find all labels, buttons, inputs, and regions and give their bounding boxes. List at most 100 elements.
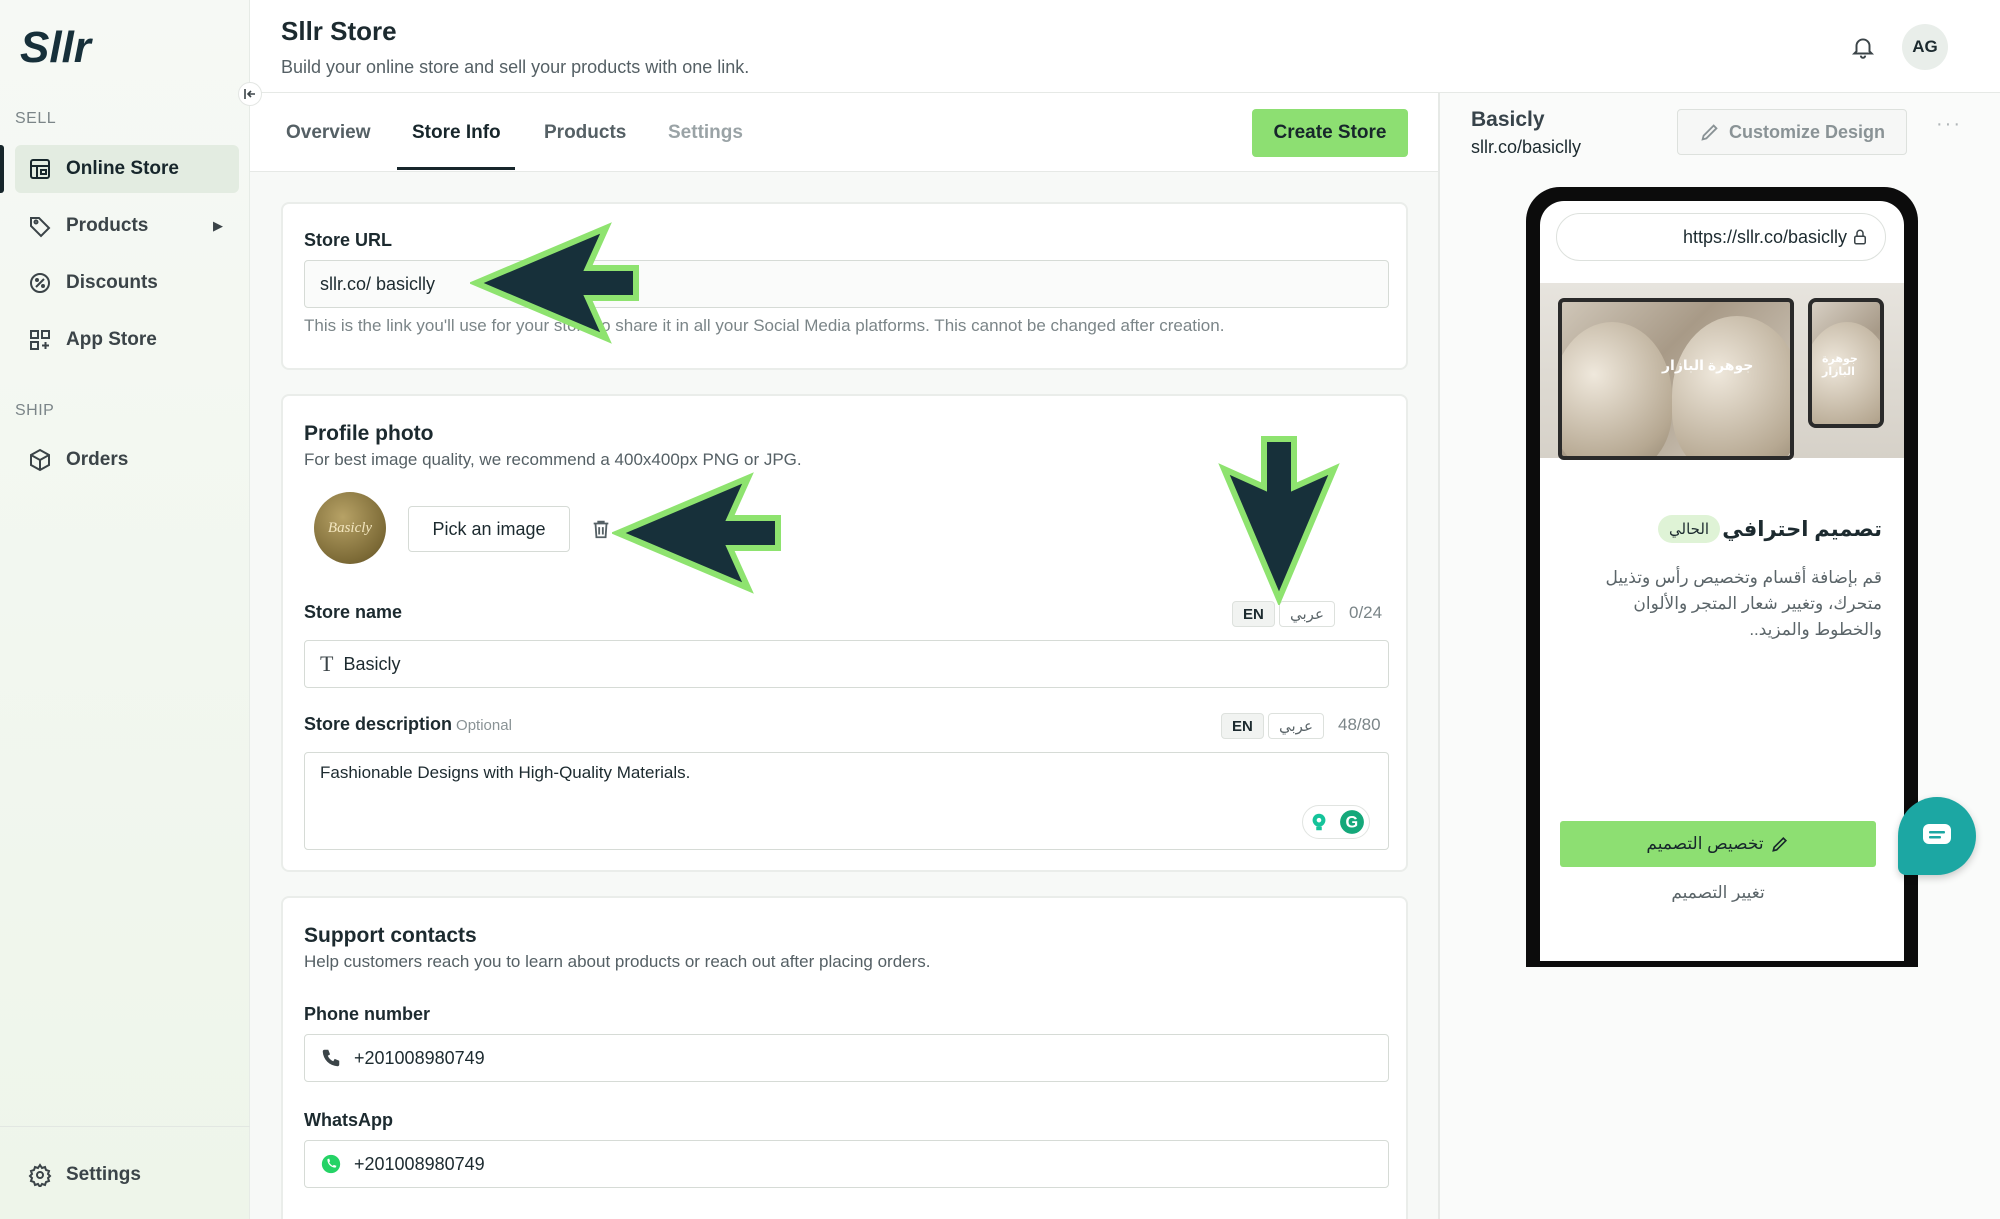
whatsapp-icon [321,1154,341,1174]
sidebar-item-label: Products [66,215,149,236]
storefront-icon [30,159,50,179]
store-description-textarea[interactable]: Fashionable Designs with High-Quality Ma… [304,752,1389,850]
lightbulb-icon [1312,813,1325,831]
discount-badge-icon [30,273,50,293]
trash-icon[interactable] [590,518,612,540]
customize-theme-label: تخصيص التصميم [1646,834,1764,853]
sell-section-label: SELL [15,110,57,127]
grammarly-icon: G [1339,810,1364,834]
store-logo-avatar[interactable]: Basicly [314,492,386,564]
avatar[interactable]: AG [1902,24,1948,70]
store-name-input[interactable]: T Basicly [304,640,1389,688]
grammarly-widget[interactable]: G [1302,805,1370,839]
svg-text:Sllr: Sllr [20,23,94,72]
pencil-icon [1771,836,1787,852]
store-preview-panel: Basicly sllr.co/basiclly Customize Desig… [1438,93,2000,1219]
chat-button[interactable] [1898,797,1976,875]
customize-design-button[interactable]: Customize Design [1677,109,1907,155]
create-store-button[interactable]: Create Store [1252,109,1408,157]
lang-en-toggle[interactable]: EN [1232,601,1275,627]
sllr-logo[interactable]: Sllr [20,22,120,72]
theme-preview-image: جوهرة البازار جوهرة البازار [1540,283,1904,460]
preview-store-url[interactable]: sllr.co/basiclly [1471,137,1581,158]
tab-products[interactable]: Products [544,122,626,144]
gear-icon [28,1163,52,1187]
sidebar-item-online-store[interactable]: Online Store [0,145,239,193]
active-tab-indicator [397,167,515,170]
store-name-counter: 0/24 [1349,603,1383,622]
phone-mockup: https://sllr.co/basiclly جوهرة البازار ج… [1526,187,1918,967]
phone-label: Phone number [304,1004,431,1024]
page-subtitle: Build your online store and sell your pr… [281,57,750,77]
whatsapp-value: +201008980749 [354,1153,485,1174]
chat-icon [1923,824,1951,844]
phone-url-bar: https://sllr.co/basiclly [1556,213,1886,261]
current-theme-badge: الحالي [1658,515,1721,543]
change-theme-link[interactable]: تغيير التصميم [1540,883,1896,903]
sidebar-item-label: Orders [66,449,129,470]
tab-overview[interactable]: Overview [286,122,371,144]
page-header: Sllr Store Build your online store and s… [250,0,2000,93]
collapse-left-icon [244,89,255,99]
text-type-icon: T [320,651,334,676]
caret-right-icon: ▶ [213,218,223,233]
profile-photo-help: For best image quality, we recommend a 4… [304,450,802,469]
phone-value: +201008980749 [354,1047,485,1068]
store-description-value: Fashionable Designs with High-Quality Ma… [320,763,691,782]
vase-shape [1672,316,1790,456]
profile-photo-title: Profile photo [304,422,434,445]
lang-ar-toggle[interactable]: عربي [1268,713,1324,739]
store-description-label-text: Store description [304,714,453,734]
bell-icon[interactable] [1850,34,1876,60]
mock-caption: جوهرة البازار [1662,357,1754,373]
store-description-counter: 48/80 [1338,715,1381,734]
support-title: Support contacts [304,924,477,947]
collapse-sidebar-button[interactable] [238,82,262,106]
vase-shape [1562,322,1672,456]
store-name-label: Store name [304,602,403,622]
phone-input[interactable]: +201008980749 [304,1034,1389,1082]
customize-theme-button[interactable]: تخصيص التصميم [1560,821,1876,867]
sidebar-item-discounts[interactable]: Discounts [15,259,239,307]
support-contacts-card: Support contacts Help customers reach yo… [281,896,1408,1219]
sidebar-item-products[interactable]: Products ▶ [15,202,239,250]
sidebar-item-orders[interactable]: Orders [15,436,239,484]
phone-mini-mockup: جوهرة البازار [1808,298,1884,428]
theme-description: قم بإضافة أقسام وتخصيص رأس وتذييل متحرك،… [1605,568,1882,639]
more-options-icon[interactable]: ··· [1936,113,1962,136]
whatsapp-label: WhatsApp [304,1110,393,1130]
sidebar: Sllr SELL Online Store Products ▶ Discou… [0,0,250,1219]
sidebar-item-settings[interactable]: Settings [15,1151,239,1199]
svg-text:G: G [1345,813,1358,831]
store-url-input[interactable]: sllr.co/ basiclly [304,260,1389,308]
whatsapp-input[interactable]: +201008980749 [304,1140,1389,1188]
tab-settings[interactable]: Settings [668,122,743,144]
sidebar-item-label: Online Store [66,158,179,179]
store-url-help: This is the link you'll use for your sto… [304,316,1225,335]
package-icon [30,448,50,472]
preview-store-name: Basicly [1471,108,1545,131]
sidebar-item-app-store[interactable]: App Store [15,316,239,364]
mock-caption: جوهرة البازار [1822,353,1858,378]
store-logo-text: Basicly [327,519,373,536]
customize-design-label: Customize Design [1728,121,1886,142]
phone-icon [322,1049,340,1067]
page-title: Sllr Store [281,16,397,46]
pick-image-button[interactable]: Pick an image [408,506,570,552]
laptop-mockup: جوهرة البازار [1558,298,1794,460]
lang-ar-toggle[interactable]: عربي [1279,601,1335,627]
optional-label: Optional [456,717,512,734]
sidebar-item-label: App Store [66,329,157,350]
store-profile-card: Profile photo For best image quality, we… [281,394,1408,872]
store-name-value: Basicly [343,653,401,674]
lang-en-toggle[interactable]: EN [1221,713,1264,739]
theme-name: تصميم احترافي [1722,518,1882,541]
tab-bar: Overview Store Info Products Settings Cr… [250,93,1438,172]
apps-grid-icon [30,330,50,350]
tab-store-info[interactable]: Store Info [412,122,501,144]
phone-screen: https://sllr.co/basiclly جوهرة البازار ج… [1540,201,1904,961]
ship-section-label: SHIP [15,402,55,419]
main-content: Store URL sllr.co/ basiclly This is the … [250,172,1438,1219]
store-url-label: Store URL [304,230,393,250]
sidebar-item-label: Discounts [66,272,158,293]
